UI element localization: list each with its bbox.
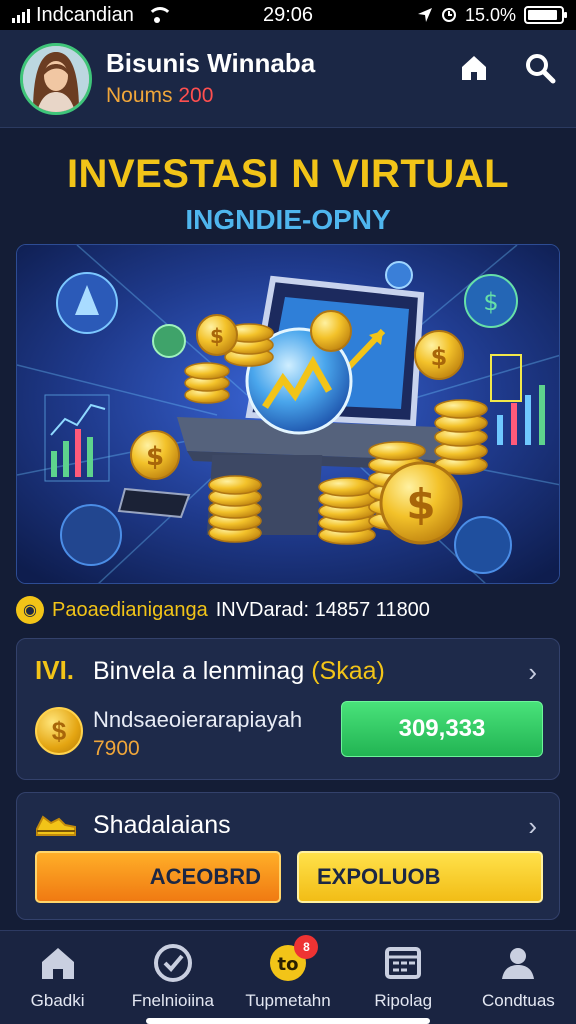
user-name: Bisunis Winnaba xyxy=(106,48,316,78)
alarm-icon xyxy=(441,8,456,22)
wifi-icon xyxy=(146,7,173,23)
user-level-label: Noums xyxy=(106,84,173,107)
status-time: 29:06 xyxy=(262,3,314,26)
investment-card-title-text: Binvela a lenminag xyxy=(93,657,305,685)
card-badge-icon: IVI. xyxy=(35,655,75,685)
investment-description: Nndsaeoierarapiayah xyxy=(93,707,303,732)
avatar[interactable] xyxy=(20,43,92,115)
investment-card-title: Binvela a lenminag (Skaa) xyxy=(93,657,385,686)
status-bar: Indcandian 29:06 15.0% xyxy=(0,0,576,30)
profile-header: Bisunis Winnaba Noums 200 xyxy=(0,30,576,128)
nav-label: Fnelnioiina xyxy=(131,991,214,1010)
nav-item-report[interactable]: Ripolag xyxy=(346,931,461,1024)
carrier-name: Indcandian xyxy=(36,3,134,26)
user-icon xyxy=(502,948,535,979)
invest-value-button[interactable]: 309,333 xyxy=(341,701,543,757)
nav-label: Tupmetahn xyxy=(245,991,331,1010)
svg-text:$: $ xyxy=(406,480,435,529)
dollar-coin-icon: $ xyxy=(35,707,83,755)
ticker-label: Paoaedianiganga xyxy=(52,598,208,621)
search-icon xyxy=(526,54,556,84)
investment-card-title-accent: (Skaa) xyxy=(311,657,385,685)
shoe-icon xyxy=(36,815,76,836)
chevron-right-icon[interactable]: › xyxy=(528,657,537,688)
ticker-bar[interactable]: ◉ Paoaedianiganga INVDarad: 14857 11800 xyxy=(16,594,560,626)
nav-item-explore[interactable]: Fnelnioiina xyxy=(115,931,230,1024)
nav-label: Condtuas xyxy=(482,991,555,1010)
investment-illustration: $ $ $ $ $ xyxy=(17,245,559,583)
nav-label: Gbadki xyxy=(30,991,85,1010)
home-button[interactable] xyxy=(456,50,492,86)
compass-icon xyxy=(153,944,192,982)
battery-percent: 15.0% xyxy=(464,4,516,25)
explore-button[interactable]: EXPOLUOB xyxy=(297,851,543,903)
page-subtitle: INGNDIE-OPNY xyxy=(185,204,391,235)
shortcuts-card[interactable]: Shadalaians › ACEOBRD EXPOLUOB xyxy=(16,792,560,920)
svg-text:to: to xyxy=(278,954,299,975)
nav-item-home[interactable]: Gbadki xyxy=(0,931,115,1024)
nav-item-account[interactable]: Condtuas xyxy=(461,931,576,1024)
nav-label: Ripolag xyxy=(374,991,433,1010)
svg-text:$: $ xyxy=(146,442,164,472)
notification-badge: 8 xyxy=(294,935,319,959)
accept-button[interactable]: ACEOBRD xyxy=(35,851,281,903)
chevron-right-icon[interactable]: › xyxy=(528,811,537,842)
svg-text:$: $ xyxy=(483,288,498,316)
battery-icon xyxy=(524,6,567,24)
svg-text:$: $ xyxy=(431,343,448,371)
user-level: Noums 200 xyxy=(106,84,213,108)
home-indicator[interactable] xyxy=(146,1018,430,1024)
home-icon xyxy=(41,948,74,979)
ticker-value: INVDarad: 14857 11800 xyxy=(215,598,430,621)
investment-amount: 7900 xyxy=(93,737,140,760)
investment-card[interactable]: IVI. Binvela a lenminag (Skaa) › $ Nndsa… xyxy=(16,638,560,780)
nav-item-invest[interactable]: to 8 Tupmetahn xyxy=(230,931,345,1024)
bottom-nav: Gbadki Fnelnioiina to 8 Tupmetahn Ripola… xyxy=(0,930,576,1024)
svg-text:$: $ xyxy=(210,324,224,348)
search-button[interactable] xyxy=(522,50,558,86)
calendar-icon xyxy=(385,947,422,979)
hero-banner[interactable]: $ $ $ $ $ xyxy=(16,244,560,584)
signal-icon xyxy=(12,7,30,23)
home-icon xyxy=(462,56,486,80)
coin-icon: ◉ xyxy=(16,596,44,624)
user-level-value: 200 xyxy=(178,84,214,107)
page-title: INVESTASI N VIRTUAL xyxy=(66,152,510,196)
location-icon xyxy=(417,8,432,22)
shortcuts-card-title: Shadalaians xyxy=(93,811,231,839)
